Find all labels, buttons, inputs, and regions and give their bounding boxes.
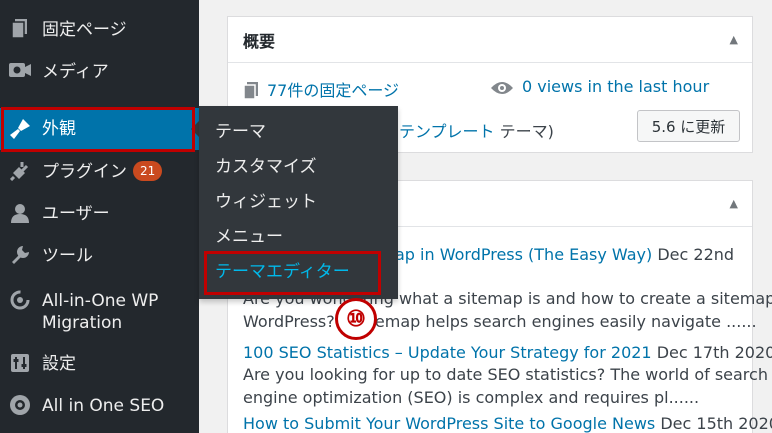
news-link[interactable]: 100 SEO Statistics – Update Your Strateg… xyxy=(243,343,652,362)
appearance-brush-icon xyxy=(8,117,32,141)
sidebar-item-label: ツール xyxy=(42,246,93,266)
news-link[interactable]: ap in WordPress (The Easy Way) xyxy=(395,245,652,264)
media-icon xyxy=(8,59,32,83)
sidebar-item-label: All in One SEO xyxy=(42,396,165,416)
news-excerpt: Are you looking for up to date SEO stati… xyxy=(243,365,768,384)
admin-sidebar: 固定ページ メディア 外観 プラグイン 21 ユーザー ツール All-in-O… xyxy=(0,0,199,433)
users-icon xyxy=(8,201,32,225)
views-link[interactable]: 0 views in the last hour xyxy=(522,77,709,96)
sidebar-item-label: メディア xyxy=(42,62,109,82)
sidebar-item-all-in-one-wp-migration[interactable]: All-in-One WP Migration xyxy=(0,288,199,334)
sidebar-item-users[interactable]: ユーザー xyxy=(0,201,199,227)
sidebar-item-label: プラグイン 21 xyxy=(42,161,163,183)
theme-link[interactable]: のテンプレート xyxy=(383,122,495,141)
sidebar-item-tools[interactable]: ツール xyxy=(0,243,199,269)
submenu-item-themes[interactable]: テーマ xyxy=(215,120,266,144)
sidebar-item-plugins[interactable]: プラグイン 21 xyxy=(0,159,199,185)
eye-icon xyxy=(490,80,514,100)
pages-count-link[interactable]: 77件の固定ページ xyxy=(267,81,399,100)
submenu-item-widgets[interactable]: ウィジェット xyxy=(215,190,317,214)
collapse-toggle-icon[interactable]: ▲ xyxy=(730,33,738,46)
active-indicator-arrow xyxy=(191,121,199,137)
news-item-title: How to Submit Your WordPress Site to Goo… xyxy=(243,414,772,433)
sidebar-item-appearance[interactable]: 外観 xyxy=(0,108,199,150)
step-number-marker: ⑩ xyxy=(335,298,377,340)
plugins-icon xyxy=(8,159,32,183)
pages-icon xyxy=(243,82,259,104)
news-link[interactable]: How to Submit Your WordPress Site to Goo… xyxy=(243,414,655,433)
sidebar-item-all-in-one-seo[interactable]: All in One SEO xyxy=(0,393,199,419)
sidebar-item-label: 設定 xyxy=(42,354,76,374)
update-wordpress-button[interactable]: 5.6 に更新 xyxy=(637,110,740,142)
panel-header: 概要 ▲ xyxy=(228,17,752,63)
sidebar-item-label: All-in-One WP Migration xyxy=(42,291,159,333)
news-excerpt: WordPress? A sitemap helps search engine… xyxy=(243,312,757,331)
tools-wrench-icon xyxy=(8,243,32,267)
submenu-item-customize[interactable]: カスタマイズ xyxy=(215,155,317,179)
aioseo-gear-icon xyxy=(8,393,32,417)
sidebar-item-settings[interactable]: 設定 xyxy=(0,351,199,377)
submenu-item-menus[interactable]: メニュー xyxy=(215,225,283,249)
submenu-item-theme-editor[interactable]: テーマエディター xyxy=(215,260,350,284)
sidebar-item-label: ユーザー xyxy=(42,204,110,224)
news-item-title: 100 SEO Statistics – Update Your Strateg… xyxy=(243,343,772,362)
collapse-toggle-icon[interactable]: ▲ xyxy=(730,197,738,210)
views-row: 0 views in the last hour xyxy=(490,77,709,100)
settings-icon xyxy=(8,351,32,375)
sidebar-item-label: 固定ページ xyxy=(42,20,127,40)
plugin-update-count-badge: 21 xyxy=(133,161,163,181)
pages-count-row: 77件の固定ページ xyxy=(243,77,399,104)
pages-icon xyxy=(8,17,32,41)
sidebar-item-label: 外観 xyxy=(42,119,76,139)
panel-title: 概要 xyxy=(243,32,276,51)
migration-icon xyxy=(8,288,32,312)
sidebar-item-pages[interactable]: 固定ページ xyxy=(0,17,199,43)
sidebar-item-media[interactable]: メディア xyxy=(0,59,199,85)
appearance-submenu: テーマ カスタマイズ ウィジェット メニュー テーマエディター xyxy=(199,106,398,299)
news-item-title: ap in WordPress (The Easy Way) Dec 22nd xyxy=(395,245,735,264)
news-excerpt: engine optimization (SEO) is complex and… xyxy=(243,388,700,407)
